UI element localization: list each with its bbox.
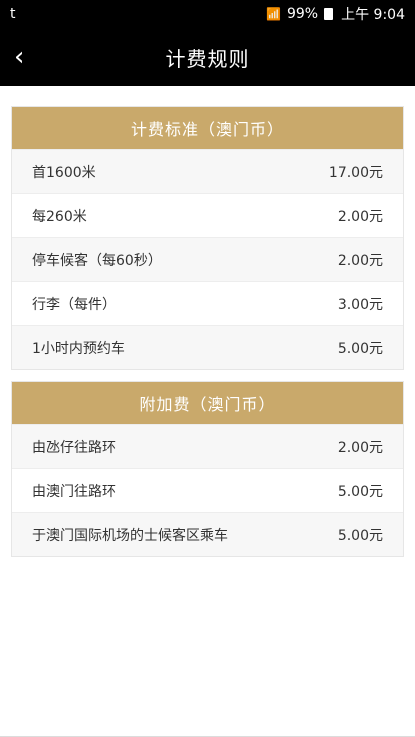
fare-row: 每260米 2.00元 [12, 193, 403, 237]
fare-row-value: 17.00元 [328, 164, 383, 181]
status-right: 📶 99% 上午 9:04 [266, 4, 405, 24]
content: 计费标准（澳门币） 首1600米 17.00元 每260米 2.00元 停车候客… [0, 86, 415, 557]
status-bar: t 📶 99% 上午 9:04 [0, 0, 415, 28]
fare-row-label: 停车候客（每60秒） [32, 252, 162, 269]
surcharge-header: 附加费（澳门币） [12, 382, 403, 424]
fare-row: 停车候客（每60秒） 2.00元 [12, 237, 403, 281]
fare-row-value: 2.00元 [337, 208, 383, 225]
fare-row-value: 5.00元 [337, 340, 383, 357]
surcharge-row: 由澳门往路环 5.00元 [12, 468, 403, 512]
fare-row-value: 2.00元 [337, 252, 383, 269]
fare-row: 1小时内预约车 5.00元 [12, 325, 403, 369]
surcharge-row: 由氹仔往路环 2.00元 [12, 424, 403, 468]
surcharge-row-label: 由澳门往路环 [32, 483, 116, 500]
fare-row-label: 1小时内预约车 [32, 340, 125, 357]
fare-standard-header: 计费标准（澳门币） [12, 107, 403, 149]
app-header: ‹ 计费规则 [0, 28, 415, 86]
fare-row-label: 每260米 [32, 208, 87, 225]
chevron-left-icon: ‹ [14, 42, 25, 72]
surcharge-section: 附加费（澳门币） 由氹仔往路环 2.00元 由澳门往路环 5.00元 于澳门国际… [11, 381, 404, 557]
status-left: t [10, 6, 16, 22]
fare-row: 行李（每件） 3.00元 [12, 281, 403, 325]
battery-percent: 99% [286, 6, 319, 22]
fare-row-value: 3.00元 [337, 296, 383, 313]
battery-icon [324, 8, 334, 20]
fare-row-label: 首1600米 [32, 164, 96, 181]
surcharge-row: 于澳门国际机场的士候客区乘车 5.00元 [12, 512, 403, 556]
status-time: 上午 9:04 [341, 7, 405, 23]
surcharge-row-label: 由氹仔往路环 [32, 439, 116, 456]
surcharge-row-value: 5.00元 [337, 527, 383, 544]
fare-row: 首1600米 17.00元 [12, 149, 403, 193]
page-title: 计费规则 [165, 46, 250, 71]
back-button[interactable]: ‹ [14, 28, 54, 86]
fare-standard-section: 计费标准（澳门币） 首1600米 17.00元 每260米 2.00元 停车候客… [11, 106, 404, 370]
status-left-text: t [10, 6, 16, 22]
surcharge-row-value: 5.00元 [337, 483, 383, 500]
signal-icon: 📶 [266, 7, 281, 21]
surcharge-row-value: 2.00元 [337, 439, 383, 456]
fare-row-label: 行李（每件） [32, 296, 116, 313]
surcharge-row-label: 于澳门国际机场的士候客区乘车 [32, 527, 228, 544]
